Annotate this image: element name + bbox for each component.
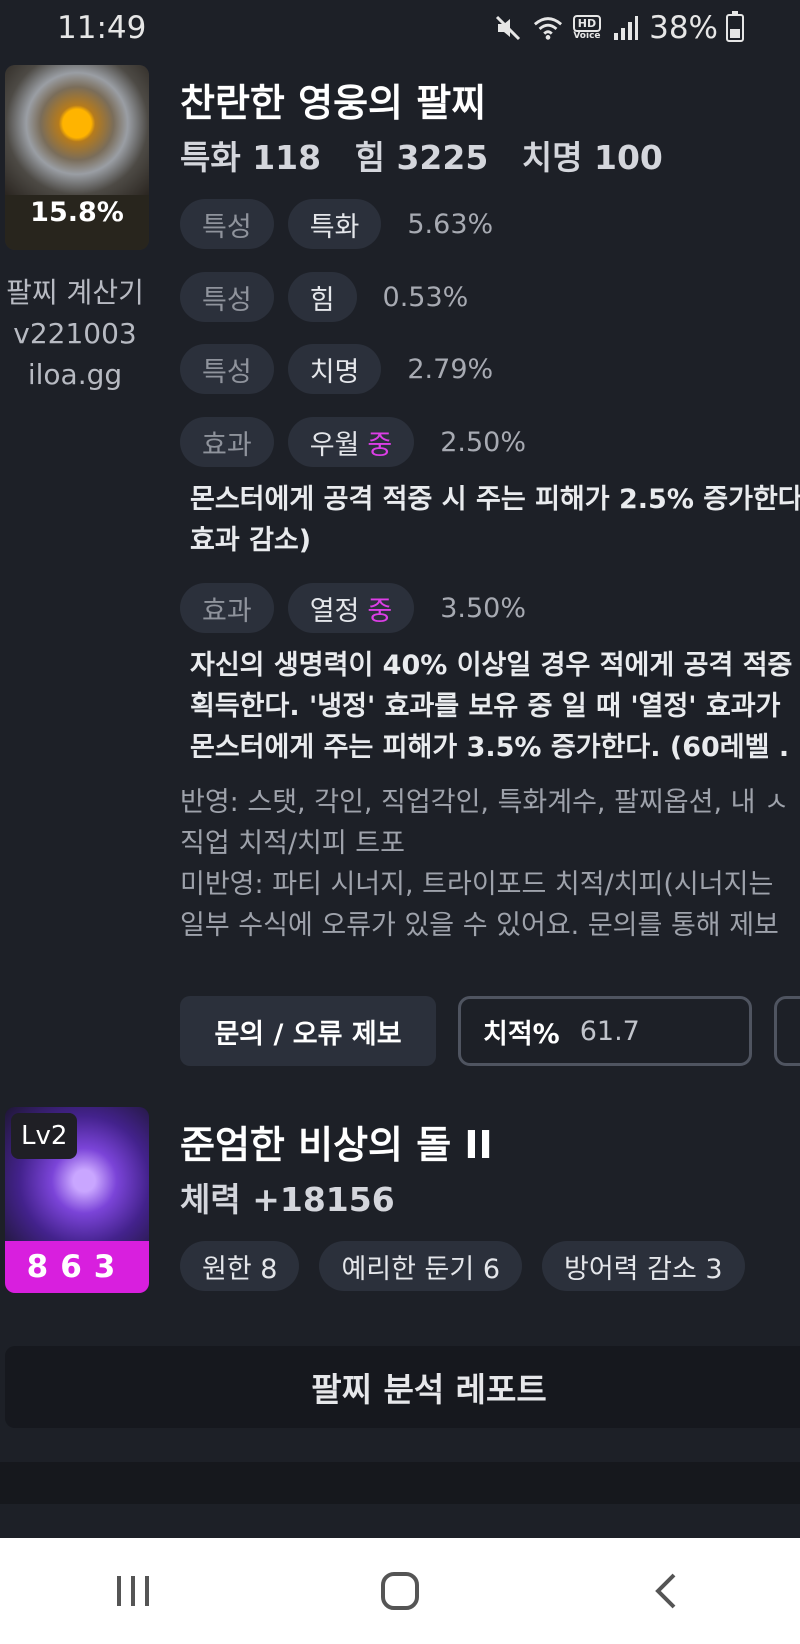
option-row: 특성 특화 5.63% [180, 199, 493, 249]
crit-rate-field[interactable]: 치적% 61.7 [458, 996, 752, 1066]
status-bar: 11:49 HD Voice 38% [0, 0, 800, 56]
option-kind-chip: 특성 [180, 199, 274, 249]
option-value: 3.50% [440, 592, 526, 624]
note-line: 일부 수식에 오류가 있을 수 있어요. 문의를 통해 제보 [180, 910, 779, 941]
option-name: 우월 [309, 429, 360, 461]
battery-fill [730, 28, 740, 38]
stat-specialization: 특화 118 [180, 138, 322, 177]
option-value: 2.79% [407, 353, 494, 385]
battery-icon [726, 11, 744, 42]
home-icon[interactable] [360, 1551, 440, 1631]
inquiry-button[interactable]: 문의 / 오류 제보 [180, 996, 436, 1066]
description-line: 몬스터에게 공격 적중 시 주는 피해가 2.5% 증가한다 [190, 484, 800, 515]
calculation-note: 반영: 스탯, 각인, 직업각인, 특화계수, 팔찌옵션, 내 ㅅ 직업 치적/… [180, 782, 789, 946]
status-icons: HD Voice [493, 13, 641, 43]
back-icon[interactable] [627, 1551, 707, 1631]
description-line: 획득한다. '냉정' 효과를 보유 중 일 때 '열정' 효과가 [190, 691, 781, 722]
crit-rate-label: 치적% [483, 1018, 560, 1050]
stone-level: Lv2 [11, 1113, 78, 1159]
option-name-chip: 열정 중 [287, 583, 415, 633]
option-row: 효과 우월 중 2.50% [180, 417, 526, 467]
bracelet-stats: 특화 118 힘 3225 치명 100 [180, 131, 685, 179]
option-kind-chip: 특성 [180, 344, 274, 394]
option-description: 몬스터에게 공격 적중 시 주는 피해가 2.5% 증가한다 효과 감소) [190, 479, 800, 561]
engraving-chip: 예리한 둔기 6 [319, 1241, 522, 1291]
option-row: 효과 열정 중 3.50% [180, 583, 526, 633]
option-value: 5.63% [407, 208, 494, 240]
section-divider [0, 1462, 800, 1504]
calculator-version: v221003 [13, 317, 137, 350]
engraving-row: 원한 8 예리한 둔기 6 방어력 감소 3 [180, 1241, 745, 1291]
crit-rate-value: 61.7 [579, 1015, 640, 1047]
description-line: 자신의 생명력이 40% 이상일 경우 적에게 공격 적중 [190, 650, 793, 681]
bracelet-title: 찬란한 영웅의 팔찌 [180, 81, 487, 125]
option-grade: 중 [367, 595, 393, 627]
hd-label: HD [572, 15, 602, 32]
option-kind-chip: 특성 [180, 272, 274, 322]
option-name-chip: 우월 중 [287, 417, 415, 467]
option-name: 열정 [309, 595, 360, 627]
bracelet-icon[interactable]: 15.8% 특치 [5, 65, 149, 250]
calculator-label: 팔찌 계산기 v221003 iloa.gg [0, 272, 150, 395]
stone-stat: 체력 +18156 [180, 1180, 395, 1219]
analysis-report-button[interactable]: 팔찌 분석 레포트 [5, 1346, 800, 1428]
option-value: 2.50% [440, 426, 526, 458]
option-row: 특성 힘 0.53% [180, 272, 468, 322]
option-kind-chip: 효과 [180, 583, 274, 633]
stone-title: 준엄한 비상의 돌 II [180, 1123, 493, 1167]
signal-icon [611, 13, 641, 43]
option-name-chip: 치명 [287, 344, 382, 394]
description-line: 효과 감소) [190, 525, 312, 556]
option-value: 0.53% [382, 281, 469, 313]
status-time: 11:49 [57, 10, 147, 46]
recent-apps-icon[interactable] [93, 1551, 173, 1631]
next-field[interactable] [774, 996, 800, 1066]
engraving-chip: 방어력 감소 3 [542, 1241, 745, 1291]
wifi-icon [533, 13, 563, 43]
calculator-title: 팔찌 계산기 [6, 276, 144, 309]
stat-crit: 치명 100 [521, 138, 663, 177]
bottom-strip [0, 1504, 800, 1538]
option-row: 특성 치명 2.79% [180, 344, 493, 394]
option-name-chip: 특화 [287, 199, 382, 249]
voice-label: Voice [573, 31, 601, 41]
navigation-bar [0, 1538, 800, 1644]
analysis-report-label: 팔찌 분석 레포트 [311, 1370, 547, 1409]
battery-percent: 38% [649, 10, 718, 46]
option-description: 자신의 생명력이 40% 이상일 경우 적에게 공격 적중 획득한다. '냉정'… [190, 645, 792, 768]
calculator-site: iloa.gg [27, 358, 123, 391]
stone-score: 863 [5, 1241, 149, 1293]
mute-icon [493, 13, 523, 43]
hd-voice-icon: HD Voice [572, 15, 602, 41]
note-line: 직업 치적/치피 트포 [180, 828, 405, 859]
engraving-chip: 원한 8 [180, 1241, 300, 1291]
option-name-chip: 힘 [287, 272, 357, 322]
bracelet-percent: 15.8% [30, 197, 124, 228]
option-grade: 중 [367, 429, 393, 461]
description-line: 몬스터에게 주는 피해가 3.5% 증가한다. (60레벨 . [190, 732, 790, 763]
bracelet-art [5, 65, 149, 195]
option-kind-chip: 효과 [180, 417, 274, 467]
note-line: 반영: 스탯, 각인, 직업각인, 특화계수, 팔찌옵션, 내 ㅅ [180, 787, 789, 818]
stat-strength: 힘 3225 [354, 138, 489, 177]
status-right: HD Voice 38% [493, 10, 744, 46]
stone-icon[interactable]: Lv2 863 [5, 1107, 149, 1293]
note-line: 미반영: 파티 시너지, 트라이포드 치적/치피(시너지는 [180, 869, 774, 900]
